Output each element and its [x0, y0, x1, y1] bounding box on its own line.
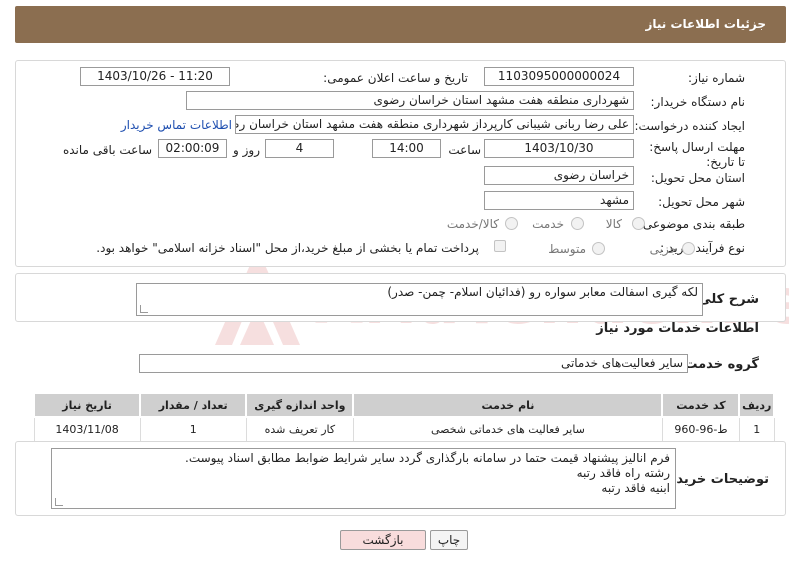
city-label: شهر محل تحویل:: [658, 195, 745, 209]
col-service-name: نام خدمت: [352, 392, 664, 418]
deadline-time-field: 14:00: [372, 139, 441, 158]
service-group-field: سایر فعالیت‌های خدماتی: [139, 354, 688, 373]
category-service-radio[interactable]: [571, 217, 584, 230]
col-unit: واحد اندازه گیری: [245, 392, 355, 418]
deadline-time-label: ساعت: [448, 143, 481, 157]
process-medium-label: متوسط: [548, 242, 586, 256]
buyer-org-field: شهرداری منطقه هفت مشهد استان خراسان رضوی: [186, 91, 634, 110]
col-need-date: تاریخ نیاز: [32, 392, 142, 418]
summary-resize-handle[interactable]: [140, 305, 148, 313]
summary-text: لکه گیری اسفالت معابر سواره رو (فدائیان …: [387, 285, 698, 299]
treasury-payment-checkbox[interactable]: [494, 240, 506, 252]
deadline-label: مهلت ارسال پاسخ: تا تاریخ:: [649, 140, 745, 169]
creator-label: ایجاد کننده درخواست:: [634, 119, 745, 133]
payment-note: پرداخت تمام یا بخشی از مبلغ خرید،از محل …: [96, 241, 479, 255]
buyer-notes-textarea[interactable]: فرم انالیز پیشنهاد قیمت حتما در سامانه ب…: [51, 448, 676, 509]
need-number-label: شماره نیاز:: [688, 71, 745, 85]
category-goods-label: کالا: [605, 217, 622, 231]
summary-textarea[interactable]: لکه گیری اسفالت معابر سواره رو (فدائیان …: [136, 283, 703, 316]
print-button[interactable]: چاپ: [430, 530, 468, 550]
cell-need-date: 1403/11/08: [33, 416, 141, 442]
buyer-org-label: نام دستگاه خریدار:: [650, 95, 746, 109]
col-service-code: کد خدمت: [661, 392, 741, 418]
deadline-date-field: 1403/10/30: [484, 139, 634, 158]
services-section-title: اطلاعات خدمات مورد نیاز: [596, 321, 759, 336]
days-label: روز و: [233, 143, 260, 157]
cell-service-name: سایر فعالیت های خدماتی شخصی: [352, 416, 663, 442]
buyer-note-line: ابنیه فاقد رتبه: [601, 481, 670, 495]
buyer-note-line: رشته راه فاقد رتبه: [576, 466, 670, 480]
remaining-label: ساعت باقی مانده: [62, 143, 152, 157]
page-header: جزئیات اطلاعات نیاز: [15, 6, 786, 43]
days-field: 4: [265, 139, 334, 158]
category-service-label: خدمت: [532, 217, 564, 231]
process-minor-radio[interactable]: [682, 242, 695, 255]
buyer-note-line: فرم انالیز پیشنهاد قیمت حتما در سامانه ب…: [185, 451, 670, 465]
cell-unit: کار تعریف شده: [245, 416, 354, 442]
category-goods-service-radio[interactable]: [505, 217, 518, 230]
announce-field: 1403/10/26 - 11:20: [80, 67, 230, 86]
cell-quantity: 1: [139, 416, 247, 442]
col-quantity: تعداد / مقدار: [139, 392, 248, 418]
category-label: طبقه بندی موضوعی:: [638, 217, 745, 231]
buyer-notes-resize-handle[interactable]: [55, 498, 63, 506]
cell-service-code: ط-96-960: [661, 416, 740, 442]
page-title: جزئیات اطلاعات نیاز: [645, 17, 766, 31]
process-medium-radio[interactable]: [592, 242, 605, 255]
services-table: ردیف کد خدمت نام خدمت واحد اندازه گیری ت…: [32, 392, 775, 442]
remaining-time-field: 02:00:09: [158, 139, 227, 158]
services-table-header: ردیف کد خدمت نام خدمت واحد اندازه گیری ت…: [32, 392, 775, 418]
province-field: خراسان رضوی: [484, 166, 634, 185]
city-field: مشهد: [484, 191, 634, 210]
category-goods-service-label: کالا/خدمت: [446, 217, 499, 231]
cell-row: 1: [738, 416, 775, 442]
need-number-field: 1103095000000024: [484, 67, 634, 86]
announce-label: تاریخ و ساعت اعلان عمومی:: [323, 71, 468, 85]
buyer-contact-link[interactable]: اطلاعات تماس خریدار: [121, 118, 232, 132]
process-minor-label: جزیی: [649, 242, 677, 256]
back-button[interactable]: بازگشت: [340, 530, 426, 550]
province-label: استان محل تحویل:: [650, 171, 745, 185]
col-row: ردیف: [738, 392, 775, 418]
creator-field: علی رضا ربانی شیبانی کارپرداز شهرداری من…: [235, 115, 634, 134]
category-goods-radio[interactable]: [632, 217, 645, 230]
service-group-label: گروه خدمت:: [679, 357, 759, 372]
table-row: 1 ط-96-960 سایر فعالیت های خدماتی شخصی ک…: [33, 416, 775, 442]
